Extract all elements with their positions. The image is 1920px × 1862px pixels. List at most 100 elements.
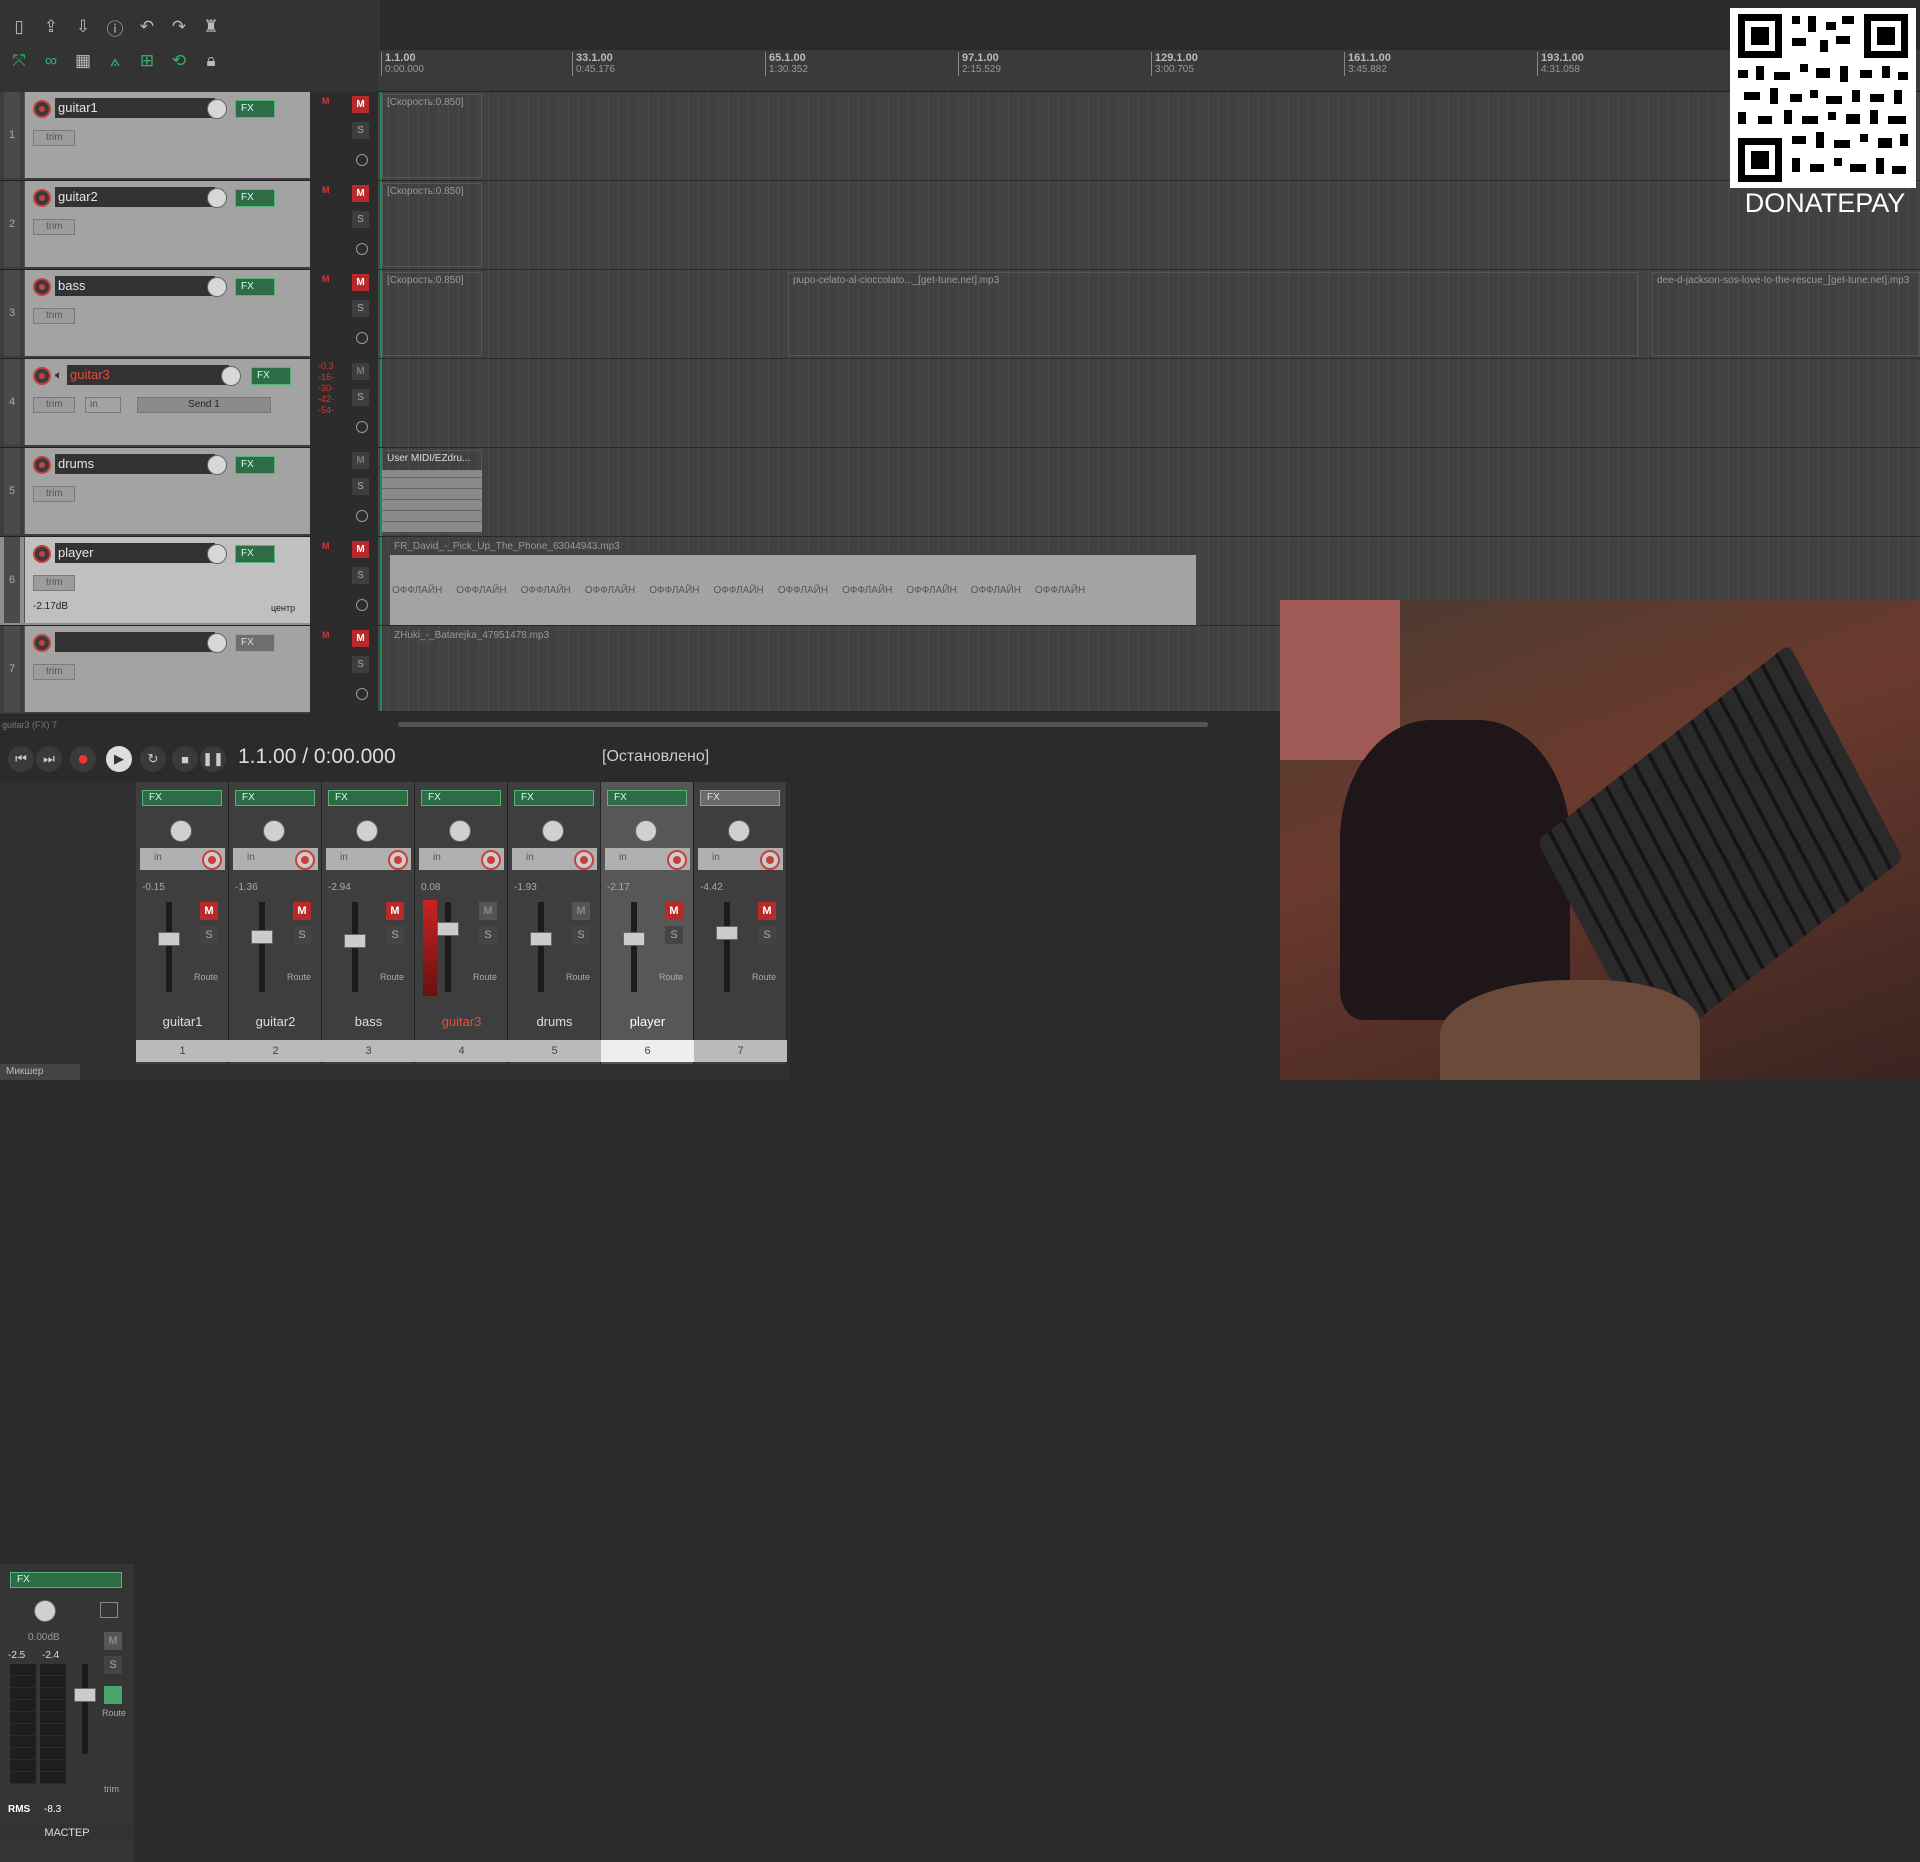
record-arm-button[interactable] [33, 634, 51, 652]
mixer-fx-button[interactable]: FX [142, 790, 222, 806]
mixer-record-arm[interactable] [481, 850, 501, 870]
track-lane[interactable]: [Скорость:0.850] [378, 92, 1920, 181]
record-arm-button[interactable] [33, 100, 51, 118]
volume-knob[interactable] [207, 99, 227, 119]
mute-button[interactable]: M [352, 630, 369, 647]
mixer-solo-button[interactable]: S [200, 926, 218, 944]
mixer-fader[interactable] [437, 922, 459, 936]
trim-button[interactable]: trim [33, 219, 75, 235]
fx-button[interactable]: FX [235, 545, 275, 563]
trim-button[interactable]: trim [33, 575, 75, 591]
play-icon[interactable]: ▶ [106, 746, 132, 772]
master-fx-button[interactable]: FX [10, 1572, 122, 1588]
mixer-fx-button[interactable]: FX [328, 790, 408, 806]
mixer-pan-knob[interactable] [449, 820, 471, 842]
master-solo-button[interactable]: S [104, 1656, 122, 1674]
mixer-fader[interactable] [623, 932, 645, 946]
send-slot[interactable]: Send 1 [137, 397, 271, 413]
trim-button[interactable]: trim [33, 664, 75, 680]
mixer-fader[interactable] [251, 930, 273, 944]
mute-button[interactable]: M [352, 274, 369, 291]
mixer-fx-button[interactable]: FX [700, 790, 780, 806]
mixer-fx-button[interactable]: FX [514, 790, 594, 806]
mixer-input-label[interactable]: in [712, 852, 720, 863]
mixer-fx-button[interactable]: FX [235, 790, 315, 806]
master-mute-button[interactable]: M [104, 1632, 122, 1650]
mixer-record-arm[interactable] [295, 850, 315, 870]
record-arm-button[interactable] [33, 456, 51, 474]
track-name[interactable]: drums [55, 454, 215, 474]
trim-button[interactable]: trim [33, 397, 75, 413]
solo-button[interactable]: S [352, 300, 369, 317]
media-item[interactable]: [Скорость:0.850] [382, 272, 482, 356]
mixer-route-button[interactable]: Route [752, 972, 776, 982]
stop-icon[interactable]: ■ [172, 746, 198, 772]
track-7[interactable]: 7 FX trim M M S [0, 626, 372, 715]
track-lane[interactable]: [Скорость:0.850] [378, 181, 1920, 270]
track-4[interactable]: 4 guitar3 🔈︎ FX trim in Send 1 -0.3 -16- -… [0, 359, 372, 448]
mute-button[interactable]: M [352, 541, 369, 558]
mixer-route-button[interactable]: Route [473, 972, 497, 982]
solo-button[interactable]: S [352, 122, 369, 139]
phase-icon[interactable] [356, 243, 368, 255]
solo-button[interactable]: S [352, 478, 369, 495]
mixer-record-arm[interactable] [388, 850, 408, 870]
volume-knob[interactable] [207, 188, 227, 208]
mixer-pan-knob[interactable] [170, 820, 192, 842]
mixer-record-arm[interactable] [667, 850, 687, 870]
mixer-fader[interactable] [530, 932, 552, 946]
snap-grid-icon[interactable]: ▦ [70, 48, 96, 74]
mixer-pan-knob[interactable] [635, 820, 657, 842]
fx-button[interactable]: FX [251, 367, 291, 385]
mixer-solo-button[interactable]: S [386, 926, 404, 944]
phase-icon[interactable] [356, 332, 368, 344]
volume-knob[interactable] [207, 544, 227, 564]
mute-button[interactable]: M [352, 452, 369, 469]
mixer-input-label[interactable]: in [340, 852, 348, 863]
mixer-solo-button[interactable]: S [293, 926, 311, 944]
track-name[interactable]: bass [55, 276, 215, 296]
media-item[interactable]: ZHuki_-_Batarejka_47951478.mp3 [390, 628, 1280, 708]
repeat-icon[interactable]: ↻ [140, 746, 166, 772]
media-item[interactable]: dee-d-jackson-sos-love-to-the-rescue_[ge… [1652, 272, 1920, 356]
mixer-pan-knob[interactable] [263, 820, 285, 842]
scrollbar-thumb[interactable] [398, 722, 1208, 727]
mixer-route-button[interactable]: Route [287, 972, 311, 982]
save-project-icon[interactable]: ⇩ [70, 14, 96, 40]
mixer-input-label[interactable]: in [154, 852, 162, 863]
phase-icon[interactable] [356, 154, 368, 166]
horizontal-scrollbar[interactable] [378, 718, 1234, 732]
fx-button[interactable]: FX [235, 189, 275, 207]
track-lane[interactable]: [Скорость:0.850] pupo-celato-al-cioccola… [378, 270, 1920, 359]
timeline-ruler[interactable]: 1.1.00 0:00.000 33.1.00 0:45.176 65.1.00 1:… [378, 50, 1920, 92]
fx-button[interactable]: FX [235, 278, 275, 296]
media-item[interactable]: [Скорость:0.850] [382, 94, 482, 178]
mixer-input-label[interactable]: in [526, 852, 534, 863]
mixer-track-number[interactable]: 2 [229, 1040, 322, 1062]
mixer-record-arm[interactable] [574, 850, 594, 870]
mute-button[interactable]: M [352, 363, 369, 380]
new-project-icon[interactable]: ▯ [6, 14, 32, 40]
mixer-mute-button[interactable]: M [758, 902, 776, 920]
mixer-pan-knob[interactable] [356, 820, 378, 842]
track-2[interactable]: 2 guitar2 FX trim M M S [0, 181, 372, 270]
mixer-pan-knob[interactable] [728, 820, 750, 842]
mixer-route-button[interactable]: Route [659, 972, 683, 982]
go-to-start-icon[interactable]: ⏮ [8, 746, 34, 772]
media-item[interactable]: [Скорость:0.850] [382, 183, 482, 267]
master-trim-label[interactable]: trim [104, 1784, 119, 1794]
mixer-fader[interactable] [158, 932, 180, 946]
mixer-mute-button[interactable]: M [386, 902, 404, 920]
monitor-speaker-icon[interactable]: 🔈︎ [55, 367, 63, 383]
master-fader[interactable] [74, 1688, 96, 1702]
volume-knob[interactable] [221, 366, 241, 386]
track-name[interactable]: guitar2 [55, 187, 215, 207]
mixer-solo-button[interactable]: S [665, 926, 683, 944]
track-1[interactable]: 1 guitar1 FX trim M M S [0, 92, 372, 181]
mute-button[interactable]: M [352, 96, 369, 113]
record-button-icon[interactable]: ● [70, 746, 96, 772]
mixer-fx-button[interactable]: FX [421, 790, 501, 806]
track-name[interactable]: guitar3 [67, 365, 229, 385]
solo-button[interactable]: S [352, 567, 369, 584]
mixer-solo-button[interactable]: S [758, 926, 776, 944]
